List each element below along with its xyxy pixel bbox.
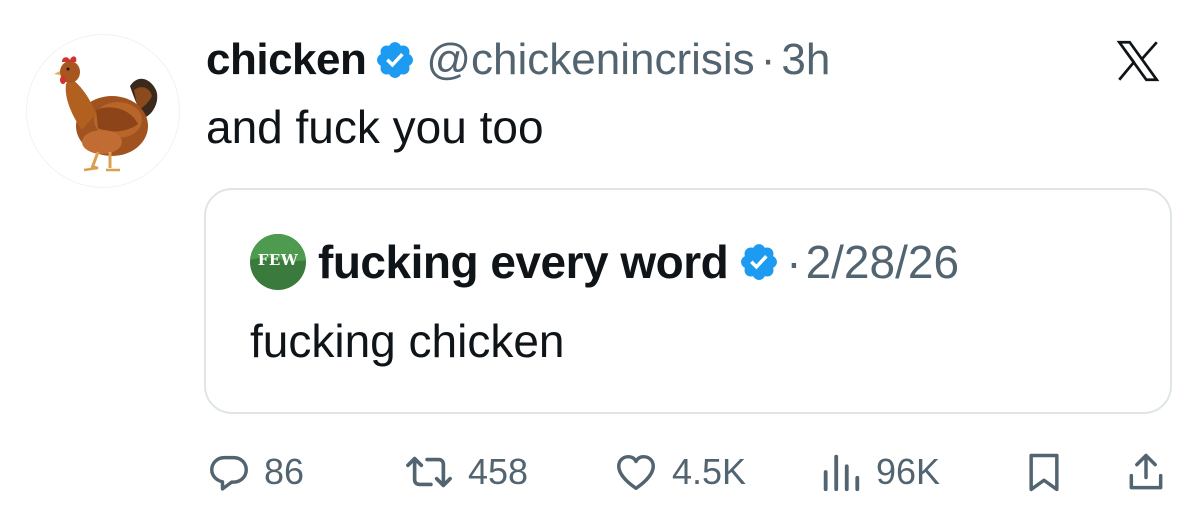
tweet-action-bar: 86 458 4.5K 96K bbox=[0, 440, 1200, 504]
quoted-tweet-header: FEW fucking every word · 2/28/26 bbox=[250, 230, 959, 294]
verified-badge-icon[interactable] bbox=[374, 39, 416, 81]
tweet-timestamp[interactable]: 3h bbox=[781, 35, 830, 85]
author-handle[interactable]: @chickenincrisis bbox=[426, 35, 754, 85]
heart-icon bbox=[617, 454, 655, 491]
verified-badge-icon[interactable] bbox=[738, 241, 780, 283]
views-chart-icon bbox=[823, 454, 860, 492]
retweet-button[interactable]: 458 bbox=[402, 448, 528, 496]
reply-count: 86 bbox=[264, 451, 305, 492]
reply-button[interactable]: 86 bbox=[206, 448, 304, 496]
quoted-tweet-text: fucking chicken bbox=[250, 315, 565, 367]
quoted-tweet-date[interactable]: 2/28/26 bbox=[806, 235, 959, 289]
share-button[interactable] bbox=[1124, 448, 1168, 496]
quoted-tweet-card[interactable]: FEW fucking every word · 2/28/26 fucking… bbox=[204, 188, 1172, 414]
x-logo-icon bbox=[1116, 40, 1160, 82]
reply-icon bbox=[210, 455, 248, 491]
chicken-image bbox=[54, 56, 158, 172]
share-icon bbox=[1129, 453, 1163, 490]
author-avatar[interactable] bbox=[26, 34, 180, 188]
retweet-count: 458 bbox=[468, 451, 529, 492]
separator-dot: · bbox=[760, 35, 776, 84]
separator-dot: · bbox=[786, 236, 802, 288]
views-count: 96K bbox=[876, 451, 941, 492]
author-display-name[interactable]: chicken bbox=[206, 35, 367, 85]
bookmark-icon bbox=[1029, 453, 1059, 492]
like-count: 4.5K bbox=[672, 451, 747, 492]
retweet-icon bbox=[406, 456, 452, 488]
bookmark-button[interactable] bbox=[1022, 448, 1066, 496]
tweet-header: chicken @chickenincrisis · 3h bbox=[206, 28, 830, 92]
views-button[interactable]: 96K bbox=[818, 448, 940, 496]
quoted-author-avatar[interactable]: FEW bbox=[250, 234, 306, 290]
quoted-avatar-text: FEW bbox=[257, 251, 299, 269]
tweet-text: and fuck you too bbox=[206, 101, 544, 153]
like-button[interactable]: 4.5K bbox=[612, 448, 746, 496]
quoted-author-display-name[interactable]: fucking every word bbox=[318, 235, 729, 289]
